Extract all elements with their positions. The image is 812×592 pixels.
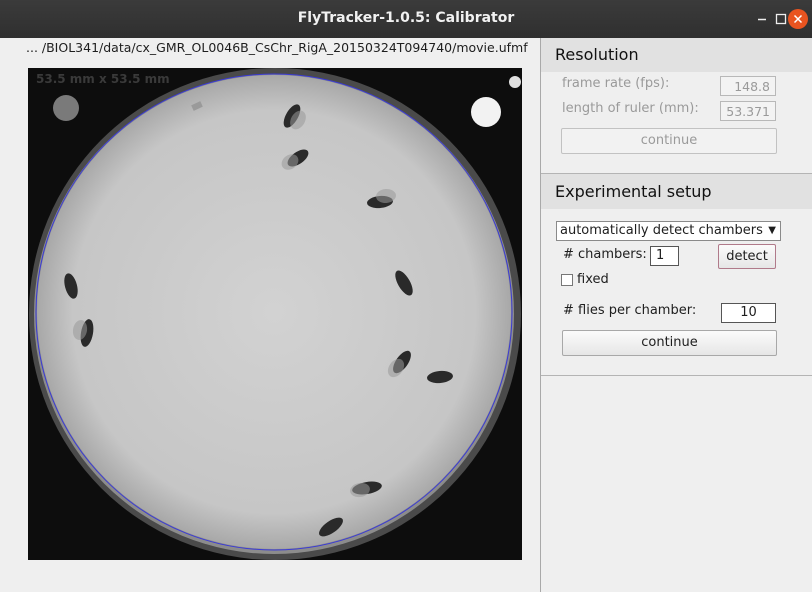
title-bar: FlyTracker-1.0.5: Calibrator [0,0,812,38]
close-icon[interactable] [788,9,808,29]
detect-mode-value: automatically detect chambers [560,223,763,238]
minimize-icon[interactable] [752,9,772,29]
dropdown-arrow-icon: ▼ [768,225,776,236]
chambers-input[interactable]: 1 [650,246,679,266]
resolution-heading: Resolution [541,38,812,72]
panel-divider [540,38,541,592]
setup-heading: Experimental setup [541,174,812,209]
section-separator [541,375,812,376]
window-title: FlyTracker-1.0.5: Calibrator [297,10,515,26]
resolution-continue-button[interactable]: continue [561,128,777,154]
chambers-label: # chambers: [563,247,647,262]
ruler-length-field[interactable]: 53.371 [720,101,776,121]
file-path: ... /BIOL341/data/cx_GMR_OL0046B_CsChr_R… [26,40,528,55]
detect-button[interactable]: detect [718,244,776,269]
scale-label: 53.5 mm x 53.5 mm [36,72,170,86]
arena-image [29,68,521,560]
flies-per-chamber-input[interactable]: 10 [721,303,776,323]
flies-per-chamber-label: # flies per chamber: [563,303,697,318]
detect-mode-select[interactable]: automatically detect chambers ▼ [556,221,781,241]
fixed-checkbox[interactable] [561,274,573,286]
frame-rate-label: frame rate (fps): [562,76,670,91]
setup-continue-button[interactable]: continue [562,330,777,356]
ruler-length-label: length of ruler (mm): [562,101,699,116]
fixed-label: fixed [577,272,609,287]
video-frame[interactable]: 53.5 mm x 53.5 mm [28,68,522,560]
frame-rate-field[interactable]: 148.8 [720,76,776,96]
